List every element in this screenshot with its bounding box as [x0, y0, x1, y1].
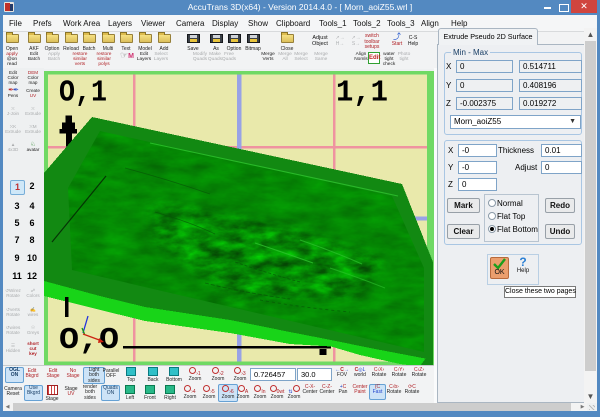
- svg-text:O,O: O,O: [59, 323, 119, 358]
- svg-text:1,1: 1,1: [336, 76, 388, 111]
- svg-text:O,1: O,1: [59, 76, 107, 111]
